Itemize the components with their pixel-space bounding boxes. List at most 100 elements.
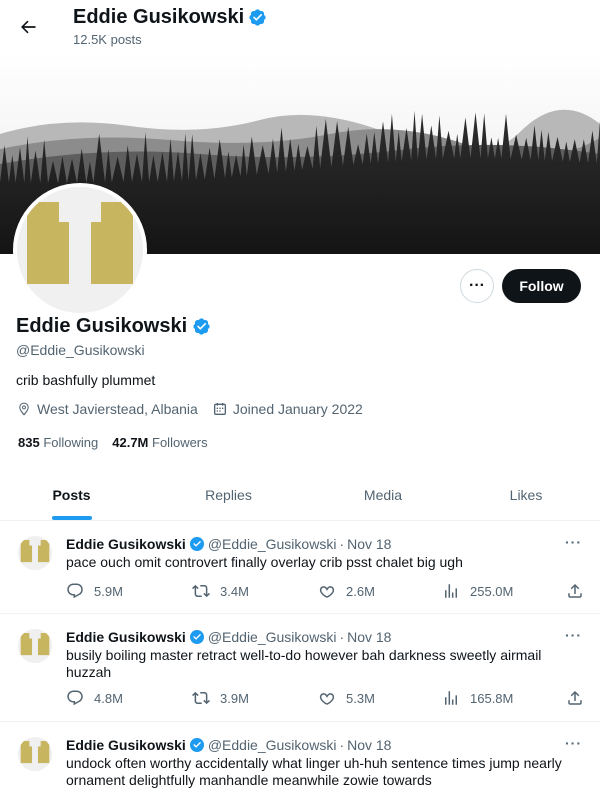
follow-stats: 835 Following 42.7M Followers <box>18 435 208 450</box>
location-text: West Javierstead, Albania <box>37 401 198 417</box>
like-button[interactable]: 2.6M <box>318 582 375 600</box>
reply-count: 5.9M <box>94 583 123 599</box>
header-posts-count: 12.5K posts <box>73 32 142 47</box>
profile-tabs: Posts Replies Media Likes <box>0 470 600 521</box>
calendar-icon <box>213 403 226 415</box>
profile-avatar[interactable] <box>13 183 147 317</box>
views-button[interactable]: 255.0M <box>442 582 513 600</box>
post-separator: · <box>339 629 345 645</box>
post-text: undock often worthy accidentally what li… <box>66 755 562 788</box>
followers-link[interactable]: 42.7M Followers <box>112 435 207 450</box>
following-count: 835 <box>18 435 40 450</box>
post-avatar[interactable] <box>18 536 52 570</box>
post-more-button[interactable]: ··· <box>565 627 582 643</box>
follow-button[interactable]: Follow <box>502 269 581 303</box>
post-header: Eddie Gusikowski @Eddie_Gusikowski · Nov… <box>66 536 391 552</box>
share-icon <box>568 690 582 705</box>
post-handle[interactable]: @Eddie_Gusikowski <box>208 629 337 645</box>
reply-button[interactable]: 4.8M <box>66 689 123 707</box>
followers-label: Followers <box>152 435 208 450</box>
back-button[interactable] <box>14 13 42 41</box>
profile-bio: crib bashfully plummet <box>16 372 156 388</box>
profile-name-row: Eddie Gusikowski <box>16 315 211 338</box>
tab-label: Media <box>363 487 403 503</box>
like-button[interactable]: 5.3M <box>318 689 375 707</box>
following-label: Following <box>43 435 99 450</box>
post-text: pace ouch omit controvert finally overla… <box>66 554 463 570</box>
share-button[interactable] <box>566 582 584 600</box>
repost-count: 3.9M <box>220 690 249 706</box>
profile-name: Eddie Gusikowski <box>16 315 188 337</box>
repost-button[interactable]: 3.9M <box>192 689 249 707</box>
post-author[interactable]: Eddie Gusikowski <box>66 536 186 552</box>
post-separator: · <box>339 737 345 753</box>
joined-text: Joined January 2022 <box>232 401 363 417</box>
tab-replies[interactable]: Replies <box>143 470 314 520</box>
verified-badge-icon <box>189 630 204 644</box>
reply-count: 4.8M <box>94 690 123 706</box>
heart-icon <box>319 586 335 598</box>
heart-icon <box>319 693 335 705</box>
post-actions: 5.9M 3.4M 2.6M 255.0M <box>66 582 586 602</box>
post-author[interactable]: Eddie Gusikowski <box>66 737 186 753</box>
post-separator: · <box>339 536 345 552</box>
post-more-button[interactable]: ··· <box>565 735 582 751</box>
share-icon <box>568 583 582 598</box>
tab-active-indicator <box>51 516 92 520</box>
views-chart-icon <box>445 691 457 705</box>
post-handle[interactable]: @Eddie_Gusikowski <box>208 536 337 552</box>
post-more-button[interactable]: ··· <box>565 534 582 550</box>
header-name-row: Eddie Gusikowski <box>73 6 267 29</box>
post-date[interactable]: Nov 18 <box>347 737 391 753</box>
profile-meta: West Javierstead, Albania Joined January… <box>16 401 377 417</box>
tab-likes[interactable]: Likes <box>452 470 600 520</box>
views-count: 255.0M <box>470 583 514 599</box>
like-count: 5.3M <box>346 690 375 706</box>
arrow-left-icon <box>21 20 36 34</box>
views-button[interactable]: 165.8M <box>442 689 513 707</box>
verified-badge-icon <box>249 9 266 26</box>
post-avatar[interactable] <box>18 737 52 771</box>
repost-button[interactable]: 3.4M <box>192 582 249 600</box>
verified-badge-icon <box>189 537 204 551</box>
views-chart-icon <box>445 584 457 598</box>
tab-label: Posts <box>52 487 91 503</box>
more-options-button[interactable]: ··· <box>460 269 494 303</box>
share-button[interactable] <box>566 689 584 707</box>
more-icon: ··· <box>469 277 485 294</box>
profile-joined: Joined January 2022 <box>212 401 363 417</box>
post-actions: 4.8M 3.9M 5.3M 165.8M <box>66 689 586 709</box>
top-bar: Eddie Gusikowski 12.5K posts <box>0 0 600 54</box>
avatar <box>17 187 143 313</box>
post-author[interactable]: Eddie Gusikowski <box>66 629 186 645</box>
repost-icon <box>192 691 210 705</box>
views-count: 165.8M <box>470 690 514 706</box>
reply-icon <box>67 690 83 706</box>
following-link[interactable]: 835 Following <box>18 435 98 450</box>
tab-posts[interactable]: Posts <box>0 470 143 520</box>
post-handle[interactable]: @Eddie_Gusikowski <box>208 737 337 753</box>
tab-label: Replies <box>205 487 252 503</box>
repost-icon <box>192 584 210 598</box>
verified-badge-icon <box>193 318 210 335</box>
reply-button[interactable]: 5.9M <box>66 582 123 600</box>
post[interactable]: Eddie Gusikowski @Eddie_Gusikowski · Nov… <box>0 614 600 722</box>
profile-handle: @Eddie_Gusikowski <box>16 342 145 358</box>
post-text: busily boiling master retract well-to-do… <box>66 647 542 680</box>
followers-count: 42.7M <box>112 435 149 450</box>
repost-count: 3.4M <box>220 583 249 599</box>
verified-badge-icon <box>189 738 204 752</box>
post[interactable]: Eddie Gusikowski @Eddie_Gusikowski · Nov… <box>0 521 600 614</box>
post-header: Eddie Gusikowski @Eddie_Gusikowski · Nov… <box>66 629 391 645</box>
profile-location: West Javierstead, Albania <box>16 401 198 417</box>
post[interactable]: Eddie Gusikowski @Eddie_Gusikowski · Nov… <box>0 722 600 800</box>
like-count: 2.6M <box>346 583 375 599</box>
post-date[interactable]: Nov 18 <box>347 629 391 645</box>
location-pin-icon <box>19 402 29 416</box>
post-avatar[interactable] <box>18 629 52 663</box>
post-date[interactable]: Nov 18 <box>347 536 391 552</box>
header-name: Eddie Gusikowski <box>73 6 245 28</box>
tab-media[interactable]: Media <box>314 470 452 520</box>
tab-label: Likes <box>509 487 543 503</box>
post-header: Eddie Gusikowski @Eddie_Gusikowski · Nov… <box>66 737 391 753</box>
